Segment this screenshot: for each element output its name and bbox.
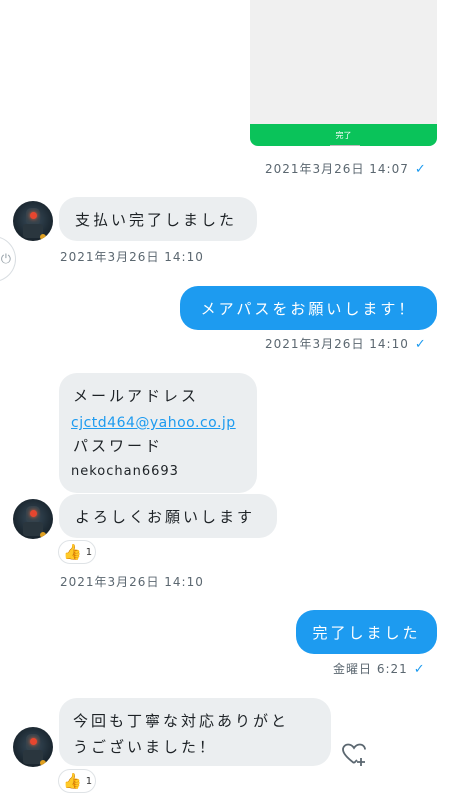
reaction-count: 1 <box>85 546 93 558</box>
image-button-label: 完了 <box>335 130 352 140</box>
email-link[interactable]: cjctd464@yahoo.co.jp <box>71 415 236 431</box>
image-attachment[interactable]: 完了 <box>250 0 437 146</box>
heart-plus-icon[interactable] <box>340 740 368 768</box>
message-bubble-incoming[interactable]: 支払い完了しました <box>59 197 257 241</box>
message-bubble-incoming[interactable]: よろしくお願いします <box>59 494 277 538</box>
avatar[interactable] <box>13 201 53 241</box>
timestamp-m1: 2021年3月26日 14:07 ✓ <box>265 160 427 177</box>
timestamp-text: 2021年3月26日 14:10 <box>265 337 409 351</box>
image-green-bar: 完了 <box>250 124 437 146</box>
timestamp-text: 2021年3月26日 14:10 <box>60 250 204 264</box>
message-line: パスワード <box>73 437 164 455</box>
timestamp-m6: 金曜日 6:21 ✓ <box>333 660 426 677</box>
reaction-badge[interactable]: 👍 1 <box>58 540 96 564</box>
timestamp-text: 2021年3月26日 14:10 <box>60 575 204 589</box>
image-divider <box>330 145 360 146</box>
message-text: 支払い完了しました <box>75 210 238 229</box>
message-line: うございました！ <box>73 738 218 756</box>
message-bubble-outgoing[interactable]: メアパスをお願いします！ <box>180 286 437 330</box>
timestamp-m2: 2021年3月26日 14:10 <box>60 248 204 265</box>
timestamp-m3: 2021年3月26日 14:10 ✓ <box>265 335 427 352</box>
timestamp-text: 2021年3月26日 14:07 <box>265 162 409 176</box>
side-power-button[interactable]: ⏻ <box>0 236 16 282</box>
reaction-badge[interactable]: 👍 1 <box>58 769 96 793</box>
timestamp-m5: 2021年3月26日 14:10 <box>60 573 204 590</box>
avatar[interactable] <box>13 727 53 767</box>
message-text: よろしくお願いします <box>75 507 256 526</box>
message-text: メアパスをお願いします！ <box>200 299 417 318</box>
read-check-icon: ✓ <box>413 662 426 677</box>
thumbs-up-icon: 👍 <box>63 771 82 790</box>
reaction-count: 1 <box>85 775 93 787</box>
timestamp-text: 金曜日 6:21 <box>333 662 408 676</box>
read-check-icon: ✓ <box>414 162 427 177</box>
message-line: nekochan6693 <box>71 464 179 479</box>
message-text: 完了しました <box>312 623 421 642</box>
read-check-icon: ✓ <box>414 337 427 352</box>
message-bubble-incoming[interactable]: 今回も丁寧な対応ありがと うございました！ <box>59 698 331 766</box>
message-line: メールアドレス <box>73 387 200 405</box>
message-bubble-outgoing[interactable]: 完了しました <box>296 610 437 654</box>
message-line: 今回も丁寧な対応ありがと <box>73 712 290 730</box>
message-bubble-incoming[interactable]: メールアドレス cjctd464@yahoo.co.jp パスワード nekoc… <box>59 373 257 493</box>
thumbs-up-icon: 👍 <box>63 542 82 561</box>
avatar[interactable] <box>13 499 53 539</box>
power-icon: ⏻ <box>0 251 11 267</box>
